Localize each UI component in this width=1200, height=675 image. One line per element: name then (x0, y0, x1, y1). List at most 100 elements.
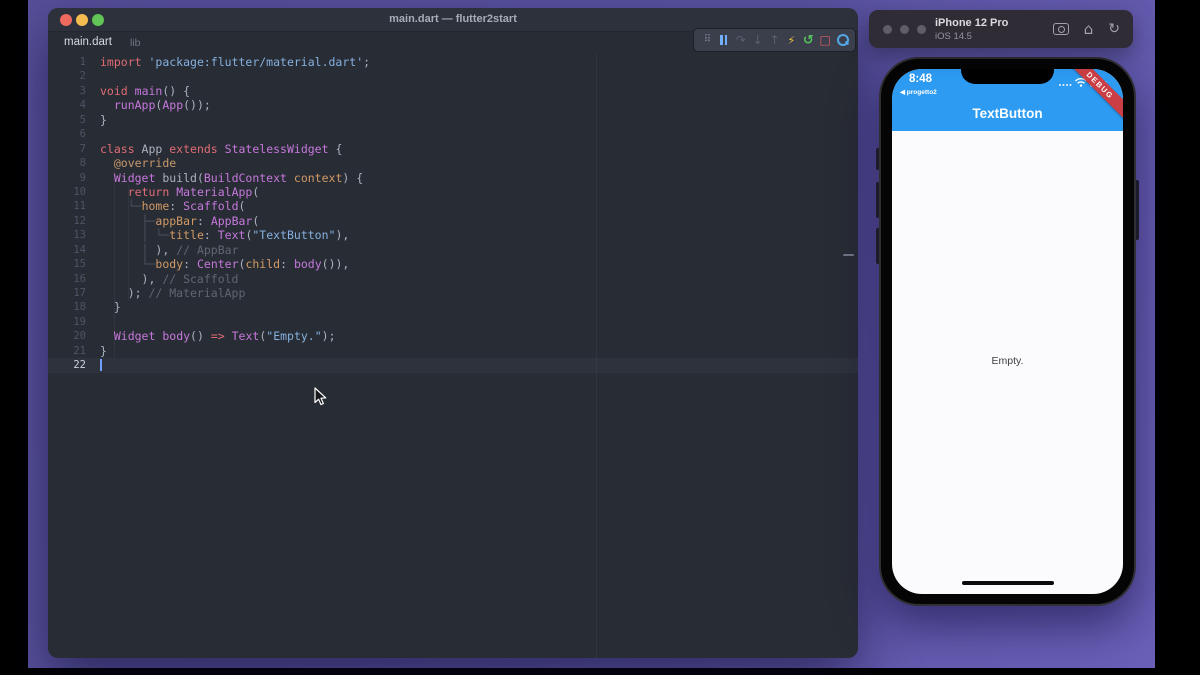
line-number: 14 (73, 243, 86, 256)
line-number: 20 (73, 330, 86, 343)
code-text: └─home: Scaffold( (127, 199, 246, 214)
code-text: ├─appBar: AppBar( (141, 213, 260, 228)
sim-os-version: iOS 14.5 (935, 31, 972, 42)
line-number: 18 (73, 301, 86, 314)
code-text (86, 358, 102, 372)
restart-icon[interactable]: ↺ (800, 30, 816, 50)
line-number: 15 (73, 258, 86, 271)
simulator-titlebar[interactable]: iPhone 12 Pro iOS 14.5 ⌂ ↻ (869, 10, 1133, 48)
code-line[interactable]: 18 } (48, 300, 858, 314)
code-line[interactable]: 11 └─home: Scaffold( (48, 199, 858, 213)
sim-minimize-button[interactable] (900, 25, 909, 34)
code-line[interactable]: 20 Widget body() => Text("Empty."); (48, 329, 858, 343)
line-number: 10 (73, 185, 86, 198)
code-line[interactable]: 3 void main() { (48, 84, 858, 98)
code-line[interactable]: 16 ), // Scaffold (48, 272, 858, 286)
line-number: 8 (79, 157, 86, 170)
vscode-window: main.dart — flutter2start main.dart lib … (48, 8, 858, 658)
home-icon[interactable]: ⌂ (1084, 20, 1094, 38)
code-area[interactable]: 1 import 'package:flutter/material.dart';… (48, 55, 858, 373)
code-text: └─body: Center(child: body()), (141, 257, 350, 272)
code-line[interactable]: 22 (48, 358, 858, 373)
tab-folder-label: lib (130, 37, 141, 49)
code-line[interactable]: 10 return MaterialApp( (48, 185, 858, 199)
stop-icon[interactable]: □ (817, 30, 833, 50)
code-line[interactable]: 21} (48, 344, 858, 358)
code-text: void main() { (100, 83, 191, 98)
sim-zoom-button[interactable] (917, 25, 926, 34)
code-line[interactable]: 13 │ └─title: Text("TextButton"), (48, 228, 858, 242)
code-line[interactable]: 14 │ ), // AppBar (48, 243, 858, 257)
code-line[interactable]: 2 (48, 69, 858, 83)
scrollbar-cursor-marker[interactable] (843, 254, 854, 256)
code-text: @override (113, 156, 177, 171)
iphone-screen[interactable]: 8:48 ◀ progetto2 DEBUG TextButton Empty. (892, 69, 1123, 594)
code-line[interactable]: 15 └─body: Center(child: body()), (48, 257, 858, 271)
step-into-icon[interactable]: ↓ (750, 30, 766, 50)
line-number: 4 (79, 99, 86, 112)
code-text: │ ), // AppBar (141, 242, 239, 257)
line-number: 9 (79, 171, 86, 184)
line-number: 3 (79, 84, 86, 97)
screenshot-frame: main.dart — flutter2start main.dart lib … (0, 0, 1200, 675)
code-line[interactable]: 12 ├─appBar: AppBar( (48, 214, 858, 228)
step-out-icon[interactable]: ↑ (767, 30, 783, 50)
rotate-icon[interactable]: ↻ (1108, 21, 1120, 37)
line-number: 19 (73, 315, 86, 328)
body-text: Empty. (991, 355, 1024, 367)
code-text: Widget build(BuildContext context) { (113, 170, 364, 185)
code-line[interactable]: 6 (48, 127, 858, 141)
code-text: } (100, 300, 121, 315)
status-time: 8:48 (909, 73, 933, 85)
cellular-icon (1059, 83, 1072, 86)
appbar-title: TextButton (972, 106, 1043, 121)
code-text: class App extends StatelessWidget { (100, 141, 343, 156)
line-number: 11 (73, 200, 86, 213)
line-number: 17 (73, 287, 86, 299)
code-text: } (100, 343, 107, 358)
home-indicator[interactable] (961, 581, 1054, 585)
code-text: Widget body() => Text("Empty."); (113, 329, 336, 344)
line-number: 16 (73, 272, 86, 285)
line-number: 2 (79, 70, 86, 83)
pause-icon[interactable] (716, 30, 732, 50)
code-line[interactable]: 19 (48, 315, 858, 329)
iphone-notch (961, 69, 1054, 84)
code-line[interactable]: 9 Widget build(BuildContext context) { (48, 171, 858, 185)
devtools-icon[interactable] (834, 30, 850, 50)
code-text: ), // Scaffold (100, 271, 239, 286)
code-text: runApp(App()); (113, 98, 211, 113)
line-number: 5 (79, 113, 86, 126)
line-number: 22 (73, 359, 86, 372)
code-line[interactable]: 17 ); // MaterialApp (48, 286, 858, 300)
hot-reload-icon[interactable]: ⚡ (783, 30, 799, 50)
line-number: 7 (79, 142, 86, 155)
code-line[interactable]: 1 import 'package:flutter/material.dart'; (48, 55, 858, 69)
line-number: 21 (73, 344, 86, 357)
code-line[interactable]: 4 runApp(App()); (48, 98, 858, 112)
step-over-icon[interactable]: ↷ (733, 30, 749, 50)
line-number: 12 (73, 214, 86, 227)
mouse-cursor (314, 387, 327, 406)
sim-device-name: iPhone 12 Pro (935, 17, 1009, 29)
debug-toolbar: ⠿ ↷ ↓ ↑ ⚡ ↺ □ (693, 28, 856, 52)
line-number: 1 (79, 56, 86, 68)
code-text: ); // MaterialApp (100, 286, 246, 300)
code-line[interactable]: 7 class App extends StatelessWidget { (48, 142, 858, 156)
window-title: main.dart — flutter2start (389, 13, 517, 25)
text-caret (100, 358, 102, 371)
grip-icon[interactable]: ⠿ (699, 30, 715, 50)
sim-close-button[interactable] (883, 25, 892, 34)
code-line[interactable]: 8 @override (48, 156, 858, 170)
code-line[interactable]: 5} (48, 113, 858, 127)
screenshot-icon[interactable] (1052, 23, 1069, 35)
line-number: 6 (79, 128, 86, 141)
back-to-app-label[interactable]: ◀ progetto2 (900, 88, 937, 96)
tab-filename[interactable]: main.dart (64, 36, 112, 48)
code-text: │ └─title: Text("TextButton"), (141, 228, 350, 243)
line-number: 13 (73, 229, 86, 242)
code-text: } (100, 112, 107, 127)
